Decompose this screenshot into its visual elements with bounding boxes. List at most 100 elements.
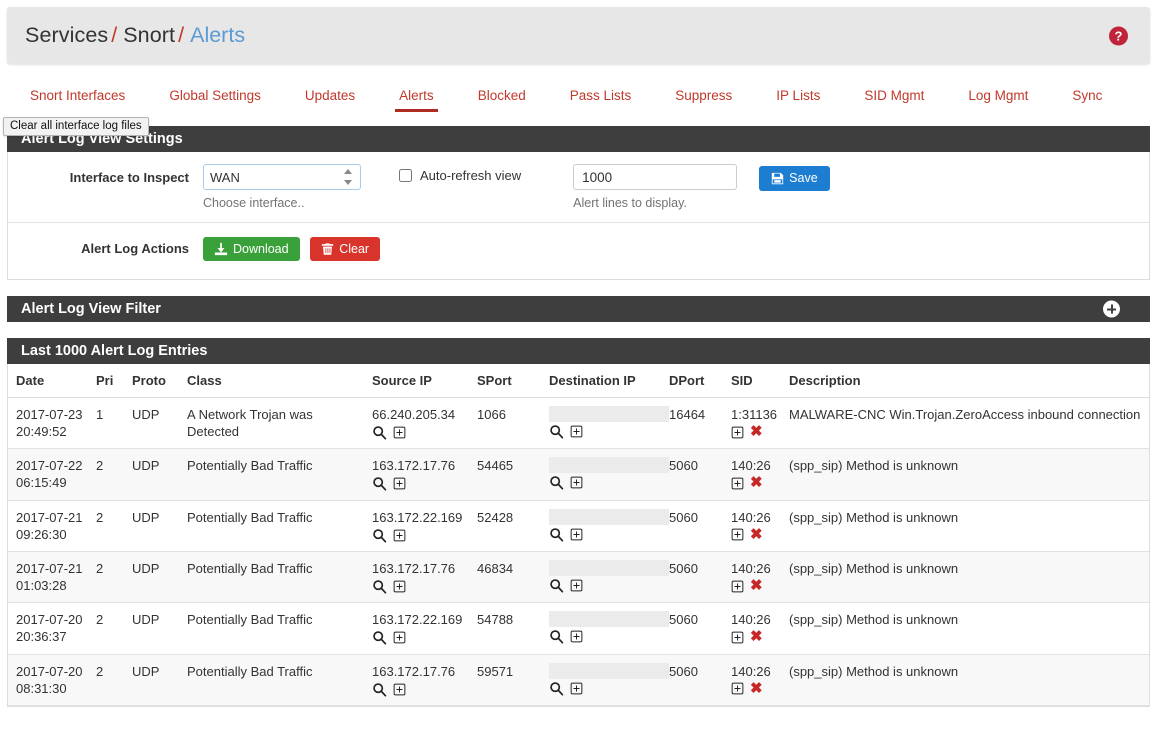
search-icon[interactable] bbox=[549, 578, 564, 593]
tab-snort-interfaces[interactable]: Snort Interfaces bbox=[8, 80, 147, 117]
cell-description: (spp_sip) Method is unknown bbox=[789, 603, 1149, 654]
search-icon[interactable] bbox=[372, 528, 387, 543]
plus-box-icon[interactable] bbox=[393, 529, 406, 542]
search-icon[interactable] bbox=[372, 579, 387, 594]
cell-source-ip: 163.172.22.169 bbox=[372, 500, 477, 551]
plus-box-icon[interactable] bbox=[731, 426, 744, 439]
destination-ip-value bbox=[549, 663, 671, 679]
plus-box-icon[interactable] bbox=[570, 630, 583, 643]
plus-box-icon[interactable] bbox=[570, 682, 583, 695]
cell-class: Potentially Bad Traffic bbox=[187, 654, 372, 705]
search-icon[interactable] bbox=[372, 682, 387, 697]
search-icon[interactable] bbox=[549, 424, 564, 439]
cell-date: 2017-07-2109:26:30 bbox=[8, 500, 96, 551]
entries-panel-heading: Last 1000 Alert Log Entries bbox=[7, 338, 1150, 364]
search-icon[interactable] bbox=[549, 681, 564, 696]
sid-value: 140:26 bbox=[731, 509, 785, 526]
tab-global-settings[interactable]: Global Settings bbox=[147, 80, 283, 117]
filter-panel-heading: Alert Log View Filter bbox=[7, 296, 1150, 322]
destination-ip-actions bbox=[549, 475, 665, 490]
cell-description: (spp_sip) Method is unknown bbox=[789, 551, 1149, 602]
cell-class: Potentially Bad Traffic bbox=[187, 603, 372, 654]
tab-sync[interactable]: Sync bbox=[1050, 80, 1124, 117]
destination-ip-actions bbox=[549, 527, 665, 542]
red-x-icon[interactable]: ✖ bbox=[750, 528, 763, 542]
cell-proto: UDP bbox=[132, 449, 187, 500]
download-button-label: Download bbox=[233, 243, 289, 256]
plus-box-icon[interactable] bbox=[731, 528, 744, 541]
alert-log-actions-buttons: Download Clear bbox=[203, 235, 380, 261]
auto-refresh-checkbox[interactable] bbox=[399, 169, 412, 182]
trash-can-icon bbox=[321, 242, 334, 256]
red-x-icon[interactable]: ✖ bbox=[750, 476, 763, 490]
interface-select[interactable]: WAN bbox=[203, 164, 361, 190]
plus-box-icon[interactable] bbox=[393, 580, 406, 593]
clear-button[interactable]: Clear bbox=[310, 237, 380, 261]
search-icon[interactable] bbox=[372, 425, 387, 440]
plus-circle-icon[interactable] bbox=[1103, 301, 1120, 318]
alert-lines-input[interactable] bbox=[573, 164, 737, 190]
tab-blocked[interactable]: Blocked bbox=[456, 80, 548, 117]
search-icon[interactable] bbox=[549, 629, 564, 644]
tab-sid-mgmt[interactable]: SID Mgmt bbox=[842, 80, 946, 117]
plus-box-icon[interactable] bbox=[731, 631, 744, 644]
alert-log-entries-panel: Last 1000 Alert Log Entries Date Pri Pro… bbox=[7, 338, 1150, 707]
plus-box-icon[interactable] bbox=[570, 528, 583, 541]
tab-updates[interactable]: Updates bbox=[283, 80, 377, 117]
help-icon[interactable]: ? bbox=[1109, 26, 1128, 45]
column-header-proto: Proto bbox=[132, 364, 187, 398]
plus-box-icon[interactable] bbox=[393, 683, 406, 696]
plus-box-icon[interactable] bbox=[393, 477, 406, 490]
floppy-disk-icon bbox=[771, 172, 784, 185]
source-ip-actions bbox=[372, 630, 473, 645]
interface-label: Interface to Inspect bbox=[8, 164, 203, 185]
settings-panel-body: Interface to Inspect WAN Choose interfac… bbox=[7, 152, 1150, 280]
cell-description: (spp_sip) Method is unknown bbox=[789, 654, 1149, 705]
red-x-icon[interactable]: ✖ bbox=[750, 579, 763, 593]
cell-sport: 54788 bbox=[477, 603, 549, 654]
source-ip-actions bbox=[372, 528, 473, 543]
search-icon[interactable] bbox=[372, 476, 387, 491]
plus-box-icon[interactable] bbox=[570, 579, 583, 592]
breadcrumb-separator: / bbox=[178, 23, 184, 47]
search-icon[interactable] bbox=[549, 527, 564, 542]
cell-proto: UDP bbox=[132, 603, 187, 654]
auto-refresh-label[interactable]: Auto-refresh view bbox=[420, 168, 521, 183]
red-x-icon[interactable]: ✖ bbox=[750, 630, 763, 644]
cell-sid: 140:26✖ bbox=[731, 603, 789, 654]
download-arrow-icon bbox=[214, 242, 228, 256]
tab-pass-lists[interactable]: Pass Lists bbox=[548, 80, 654, 117]
interface-select-wrap: WAN bbox=[203, 164, 361, 190]
plus-box-icon[interactable] bbox=[731, 477, 744, 490]
download-button[interactable]: Download bbox=[203, 237, 300, 261]
cell-sport: 46834 bbox=[477, 551, 549, 602]
search-icon[interactable] bbox=[372, 630, 387, 645]
save-button[interactable]: Save bbox=[759, 166, 830, 191]
tab-log-mgmt[interactable]: Log Mgmt bbox=[946, 80, 1050, 117]
cell-date: 2017-07-2206:15:49 bbox=[8, 449, 96, 500]
source-ip-actions bbox=[372, 476, 473, 491]
plus-box-icon[interactable] bbox=[731, 682, 744, 695]
plus-box-icon[interactable] bbox=[393, 426, 406, 439]
cell-destination-ip bbox=[549, 603, 669, 654]
plus-box-icon[interactable] bbox=[570, 476, 583, 489]
red-x-icon[interactable]: ✖ bbox=[750, 682, 763, 696]
cell-class: Potentially Bad Traffic bbox=[187, 449, 372, 500]
search-icon[interactable] bbox=[549, 475, 564, 490]
tab-ip-lists[interactable]: IP Lists bbox=[754, 80, 842, 117]
source-ip-actions bbox=[372, 425, 473, 440]
destination-ip-actions bbox=[549, 578, 665, 593]
plus-box-icon[interactable] bbox=[731, 580, 744, 593]
page-header: Services/Snort/Alerts ? bbox=[7, 7, 1150, 64]
alerts-table-head: Date Pri Proto Class Source IP SPort Des… bbox=[8, 364, 1149, 398]
breadcrumb-item-services[interactable]: Services bbox=[25, 23, 108, 47]
breadcrumb-item-snort[interactable]: Snort bbox=[123, 23, 175, 47]
plus-box-icon[interactable] bbox=[570, 425, 583, 438]
red-x-icon[interactable]: ✖ bbox=[750, 425, 763, 439]
tab-alerts[interactable]: Alerts bbox=[377, 80, 456, 117]
alert-lines-help-text: Alert lines to display. bbox=[573, 196, 737, 210]
tab-suppress[interactable]: Suppress bbox=[653, 80, 754, 117]
breadcrumb-item-alerts: Alerts bbox=[190, 23, 245, 47]
plus-box-icon[interactable] bbox=[393, 631, 406, 644]
column-header-description: Description bbox=[789, 364, 1149, 398]
